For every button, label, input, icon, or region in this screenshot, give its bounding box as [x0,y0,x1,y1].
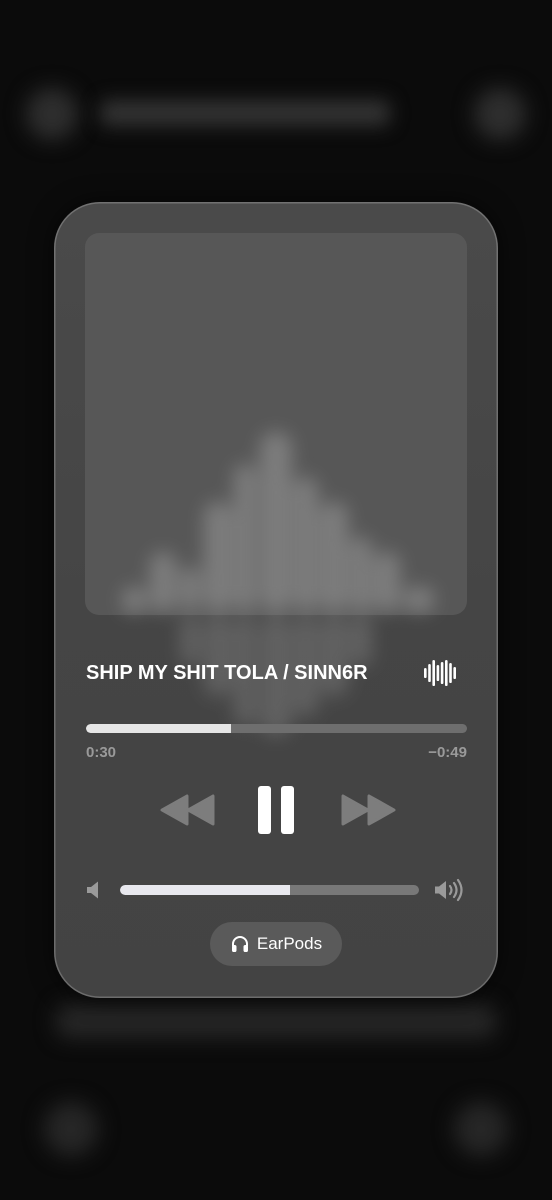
remaining-time: −0:49 [428,744,467,761]
background-bar [56,1004,496,1038]
background-right-icon [454,1102,508,1156]
rewind-icon [160,794,215,826]
fast-forward-button[interactable] [338,790,398,830]
volume-level-fill [120,885,291,895]
waveform-icon [424,660,456,686]
now-playing-screen: SHIP MY SHIT TOLA / SINN6R 0:30 −0:49 Ea… [0,0,552,1200]
background-back-icon [26,88,78,140]
rewind-button[interactable] [158,790,218,830]
speaker-high-icon [435,878,463,902]
speaker-low-icon [87,881,98,899]
pause-icon [258,786,294,834]
now-playing-card: SHIP MY SHIT TOLA / SINN6R 0:30 −0:49 Ea… [54,202,498,998]
background-header-title [100,100,390,126]
background-left-icon [44,1102,98,1156]
fast-forward-icon [341,794,396,826]
background-menu-icon [474,88,526,140]
pause-button[interactable] [254,784,298,836]
playback-progress-fill [86,724,231,733]
audio-output-label: EarPods [256,934,323,953]
volume-slider[interactable] [120,885,419,895]
audio-output-button[interactable]: EarPods [210,922,342,966]
track-title[interactable]: SHIP MY SHIT TOLA / SINN6R [86,658,406,688]
headphones-icon [231,936,248,952]
playback-scrubber[interactable] [86,724,467,733]
elapsed-time: 0:30 [86,744,117,761]
